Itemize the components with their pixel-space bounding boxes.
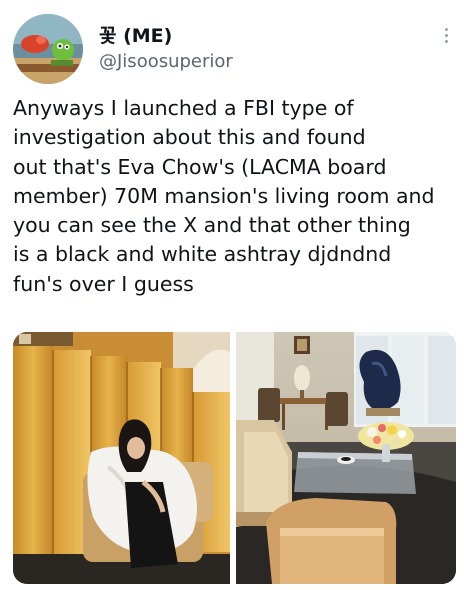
- tweet-photo-1[interactable]: [13, 332, 230, 584]
- tweet-photo-2[interactable]: [236, 332, 456, 584]
- more-vertical-icon[interactable]: [440, 28, 452, 46]
- photo-living-room: [236, 332, 456, 584]
- tweet-text-line: is a black and white ashtray djdndnd: [13, 242, 392, 267]
- tweet-text: Anyways I launched a FBI type of investi…: [13, 94, 459, 299]
- tweet-text-line: Anyways I launched a FBI type of: [13, 96, 354, 120]
- user-handle[interactable]: @Jisoosuperior: [99, 50, 233, 74]
- avatar[interactable]: [13, 14, 83, 84]
- tweet-text-line: fun's over I guess: [13, 271, 194, 296]
- tweet-text-line: investigation about this and found: [13, 125, 366, 150]
- display-name[interactable]: 꽃 (ME): [99, 24, 172, 48]
- tweet-text-line: you can see the X and that other thing: [13, 213, 411, 238]
- photo-woman-in-fur: [13, 332, 230, 584]
- cartoon-avatar-icon: [13, 14, 83, 84]
- tweet-card: 꽃 (ME) @Jisoosuperior Anyways I launched…: [0, 0, 464, 590]
- tweet-text-line: member) 70M mansion's living room and: [13, 183, 435, 208]
- tweet-text-line: out that's Eva Chow's (LACMA board: [13, 154, 387, 179]
